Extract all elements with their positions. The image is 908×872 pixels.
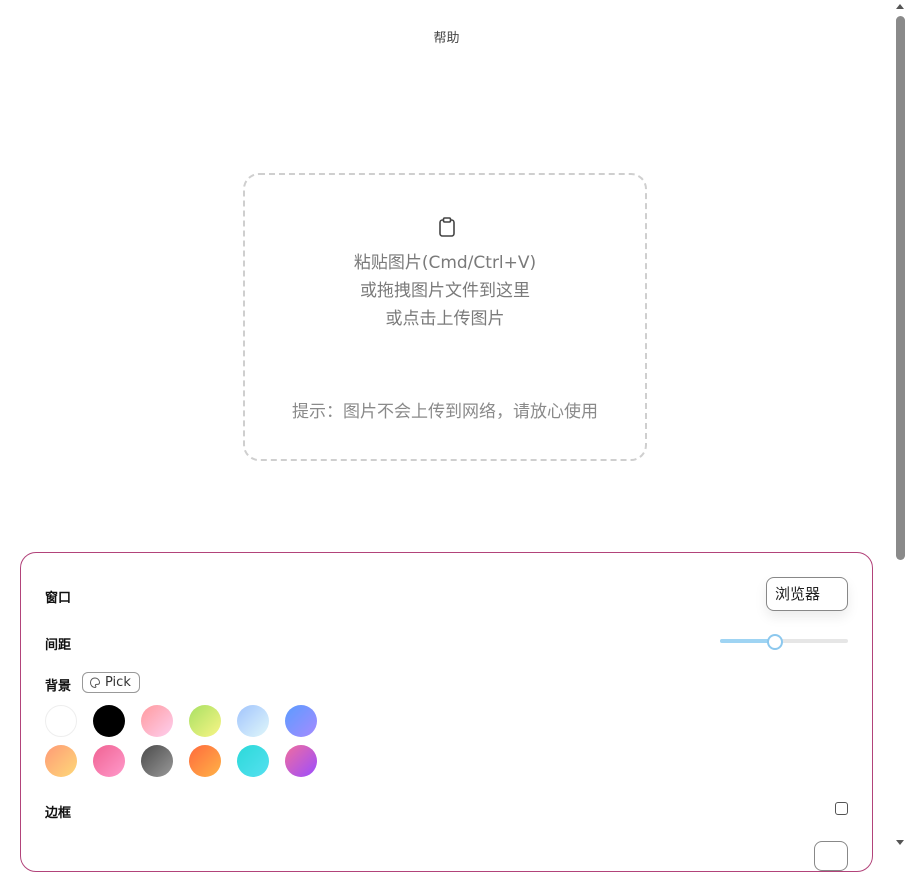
image-dropzone[interactable]: 粘贴图片(Cmd/Ctrl+V) 或拖拽图片文件到这里 或点击上传图片 提示：图… — [243, 173, 647, 461]
pick-label: Pick — [105, 675, 131, 690]
background-swatch[interactable] — [237, 745, 269, 777]
help-link[interactable]: 帮助 — [0, 27, 893, 46]
background-swatches — [45, 705, 335, 777]
page-scrollbar[interactable] — [893, 0, 908, 849]
clipboard-icon — [439, 217, 455, 237]
scrollbar-thumb[interactable] — [896, 16, 905, 560]
pick-color-button[interactable]: Pick — [82, 672, 140, 693]
background-swatch[interactable] — [285, 705, 317, 737]
dropzone-paste-text: 粘贴图片(Cmd/Ctrl+V) — [353, 253, 537, 273]
border-checkbox[interactable] — [835, 802, 848, 815]
spacing-label: 间距 — [45, 638, 72, 653]
scroll-down-icon[interactable] — [896, 840, 904, 845]
settings-panel: 窗口 浏览器 间距 背景 Pick 边框 — [20, 552, 873, 872]
background-swatch[interactable] — [45, 705, 77, 737]
slider-fill — [720, 639, 774, 643]
eyedropper-icon — [89, 676, 101, 688]
background-swatch[interactable] — [45, 745, 77, 777]
dropzone-click-text: 或点击上传图片 — [385, 309, 505, 329]
background-label: 背景 — [45, 679, 72, 694]
spacing-slider[interactable] — [720, 633, 848, 650]
background-swatch[interactable] — [93, 745, 125, 777]
background-swatch[interactable] — [93, 705, 125, 737]
background-swatch[interactable] — [141, 745, 173, 777]
dropzone-drag-text: 或拖拽图片文件到这里 — [360, 281, 530, 301]
scroll-up-icon[interactable] — [896, 4, 904, 9]
background-swatch[interactable] — [189, 705, 221, 737]
background-swatch[interactable] — [189, 745, 221, 777]
background-swatch[interactable] — [141, 705, 173, 737]
window-label: 窗口 — [45, 591, 72, 606]
dropzone-tip: 提示：图片不会上传到网络，请放心使用 — [292, 402, 598, 422]
background-swatch[interactable] — [237, 705, 269, 737]
partial-control[interactable] — [814, 841, 848, 871]
border-label: 边框 — [45, 806, 72, 821]
window-select[interactable]: 浏览器 — [766, 577, 848, 611]
background-swatch[interactable] — [285, 745, 317, 777]
slider-thumb[interactable] — [766, 634, 783, 650]
